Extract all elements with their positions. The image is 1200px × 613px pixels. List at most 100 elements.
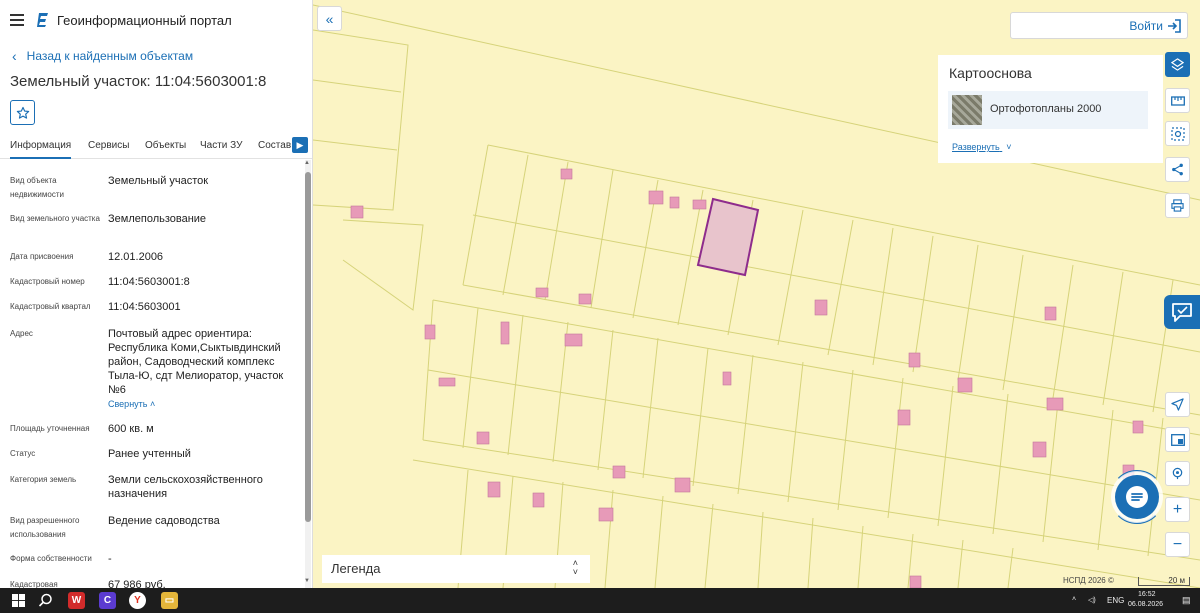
tray-chevron-up-icon[interactable]: ˄ <box>1072 596 1076 603</box>
print-icon <box>1171 199 1184 212</box>
scrollbar-thumb[interactable] <box>305 172 311 522</box>
building <box>909 575 922 588</box>
collapse-panel-button[interactable]: « <box>317 6 342 31</box>
select-area-icon <box>1170 126 1185 141</box>
building <box>669 196 680 209</box>
chat-assistant-button[interactable] <box>1115 475 1159 519</box>
chevron-left-icon: ‹ <box>12 48 17 64</box>
zoom-out-button[interactable]: − <box>1165 532 1190 557</box>
layers-tool-button[interactable] <box>1165 52 1190 77</box>
attr-value: Ведение садоводства <box>108 515 220 527</box>
ruler-icon <box>1170 95 1185 106</box>
attr-value: Земли сельскохозяйственного назначения <box>108 474 263 500</box>
portal-logo-icon <box>37 13 48 27</box>
minimap-button[interactable] <box>1165 427 1190 452</box>
measure-tool-button[interactable] <box>1165 88 1190 113</box>
map-scale-bar: 20 м <box>1138 577 1190 586</box>
attr-label: Вид объекта недвижимости <box>10 176 64 199</box>
menu-icon[interactable] <box>10 14 24 26</box>
search-icon[interactable] <box>38 593 53 608</box>
selected-parcel[interactable] <box>696 197 760 277</box>
building <box>612 465 626 479</box>
support-side-tab[interactable] <box>1164 295 1200 329</box>
share-button[interactable] <box>1165 157 1190 182</box>
minus-icon: − <box>1172 535 1183 553</box>
back-to-results-link[interactable]: ‹ Назад к найденным объектам <box>12 48 193 64</box>
attr-label: Кадастровый номер <box>10 277 85 286</box>
keyboard-language[interactable]: ENG <box>1107 596 1124 605</box>
login-label: Войти <box>1129 19 1163 33</box>
login-button[interactable]: Войти <box>1010 12 1188 39</box>
attr-value: 12.01.2006 <box>108 251 164 263</box>
building <box>1132 420 1144 434</box>
legend-toggle[interactable]: Легенда ˄ ˅ <box>322 555 590 583</box>
building <box>648 190 664 205</box>
attr-label: Кадастровый квартал <box>10 302 91 311</box>
scroll-down-icon[interactable]: ▼ <box>304 578 310 584</box>
attr-value: 11:04:5603001:8 <box>108 276 190 288</box>
layers-icon <box>1171 58 1184 71</box>
login-icon <box>1168 19 1181 33</box>
attr-label: Площадь уточненная <box>10 424 90 433</box>
clock-date[interactable]: 06.08.2026 <box>1128 601 1163 608</box>
basemap-option-orthophoto[interactable]: Ортофотопланы 2000 <box>948 91 1148 129</box>
tab-objects[interactable]: Объекты <box>145 140 186 151</box>
attribute-list: Вид объекта недвижимости Земельный участ… <box>0 160 305 588</box>
building <box>674 477 691 493</box>
clock-time[interactable]: 16:52 <box>1138 591 1156 598</box>
building <box>692 199 707 210</box>
location-pin-icon <box>1172 467 1183 480</box>
building <box>814 299 828 316</box>
tab-services[interactable]: Сервисы <box>88 140 129 151</box>
building <box>722 371 732 386</box>
basemap-thumbnail <box>952 95 982 125</box>
message-icon <box>1126 486 1148 508</box>
tab-parcel-parts[interactable]: Части ЗУ <box>200 140 242 151</box>
notifications-icon[interactable]: ▤ <box>1182 595 1191 606</box>
app-c-icon[interactable]: C <box>99 592 116 609</box>
building <box>564 333 583 347</box>
attr-value: Почтовый адрес ориентира: Республика Ком… <box>108 328 284 396</box>
geolocation-button[interactable] <box>1165 461 1190 486</box>
attr-label: Форма собственности <box>10 554 92 563</box>
tab-composition[interactable]: Состав <box>258 140 291 151</box>
zoom-in-button[interactable]: + <box>1165 497 1190 522</box>
scroll-up-icon[interactable]: ▲ <box>304 160 310 166</box>
expand-link-label: Развернуть <box>952 142 1000 152</box>
panel-scrollbar[interactable]: ▲ ▼ <box>304 160 311 588</box>
windows-start-icon[interactable] <box>12 594 25 607</box>
navigation-arrow-icon <box>1171 398 1184 411</box>
yandex-browser-icon[interactable]: Y <box>129 592 146 609</box>
tab-information[interactable]: Информация <box>10 140 72 159</box>
plus-icon: + <box>1172 500 1183 518</box>
locate-me-button[interactable] <box>1165 392 1190 417</box>
area-search-tool-button[interactable] <box>1165 121 1190 146</box>
attr-label: Кадастровая <box>10 580 58 588</box>
attr-label: Адрес <box>10 329 33 338</box>
print-button[interactable] <box>1165 193 1190 218</box>
attr-value: Ранее учтенный <box>108 448 191 460</box>
speaker-icon[interactable]: ◁) <box>1088 596 1096 604</box>
attr-value: 600 кв. м <box>108 423 154 435</box>
basemap-option-label: Ортофотопланы 2000 <box>990 103 1102 115</box>
tabs-scroll-right-button[interactable]: ▶ <box>292 137 308 153</box>
share-icon <box>1172 163 1183 176</box>
building <box>1044 306 1057 321</box>
wps-office-icon[interactable]: W <box>68 592 85 609</box>
attr-label: Категория земель <box>10 475 77 484</box>
building <box>578 293 592 305</box>
map-attribution: НСПД 2026 © <box>1063 576 1114 585</box>
collapse-link-label: Свернуть <box>108 399 148 409</box>
basemap-title: Картооснова <box>949 65 1032 81</box>
attr-label: Статус <box>10 449 36 458</box>
chevron-down-icon: ˅ <box>1006 142 1012 152</box>
building <box>350 205 364 219</box>
expand-basemaps-link[interactable]: Развернуть ˅ <box>952 142 1012 152</box>
file-explorer-icon[interactable]: ▭ <box>161 592 178 609</box>
attr-value-wrap: Почтовый адрес ориентира: Республика Ком… <box>108 327 298 411</box>
favorite-button[interactable] <box>10 100 35 125</box>
collapse-address-link[interactable]: Свернуть ˄ <box>108 397 298 411</box>
building <box>1032 441 1047 458</box>
building <box>560 168 573 180</box>
attr-value: Земельный участок <box>108 175 209 187</box>
